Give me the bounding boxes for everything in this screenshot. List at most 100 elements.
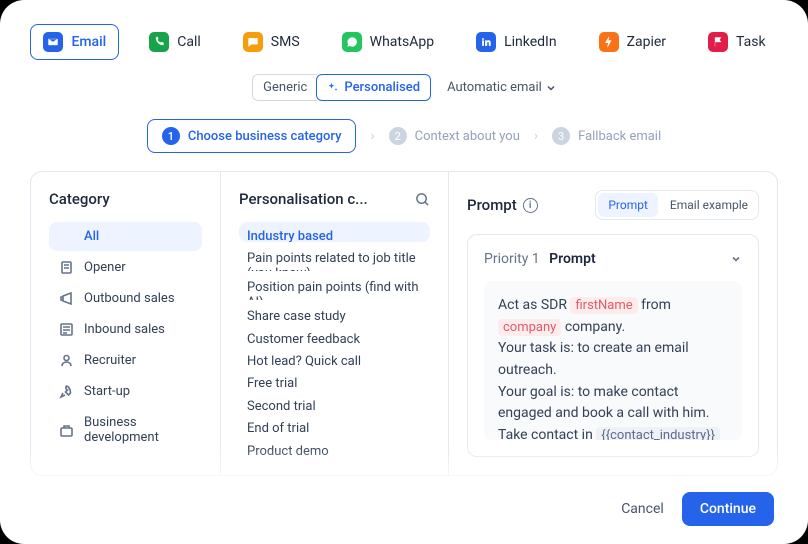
category-item[interactable]: Recruiter [49, 346, 202, 375]
channel-tabs: Email Call SMS WhatsApp LinkedIn Zapier Task [30, 24, 778, 60]
flag-icon [708, 32, 728, 52]
tab-generic[interactable]: Generic [252, 74, 317, 101]
footer: Cancel Continue [30, 476, 778, 544]
prompt-card: Priority 1 Prompt Act as SDR firstName f… [467, 234, 759, 457]
channel-zapier[interactable]: Zapier [587, 25, 678, 59]
prompt-text: Act as SDR [498, 297, 567, 313]
chevron-down-icon [730, 253, 742, 265]
step-label: Context about you [415, 129, 520, 144]
tab-personalised-label: Personalised [344, 80, 420, 95]
prompt-view-example[interactable]: Email example [660, 191, 758, 219]
listcheck-icon [59, 322, 74, 337]
file-icon [59, 260, 74, 275]
automatic-email-label: Automatic email [447, 80, 542, 95]
prompt-text: from [641, 297, 671, 313]
prompt-text: Take contact in [498, 427, 593, 440]
phone-icon [149, 32, 169, 52]
channel-label: Email [71, 34, 106, 50]
stepper: 1 Choose business category › 2 Context about… [30, 119, 778, 153]
personalisation-item[interactable]: Position pain points (find with AI) [239, 273, 430, 300]
priority-label: Priority 1 [484, 251, 540, 267]
channel-label: Task [736, 34, 766, 50]
category-title: Category [49, 190, 202, 208]
continue-button[interactable]: Continue [682, 492, 774, 526]
category-item[interactable]: Business development [49, 408, 202, 452]
personalisation-item[interactable]: Second trial [239, 392, 430, 412]
category-label: Opener [84, 260, 126, 275]
zap-icon [599, 32, 619, 52]
app-frame: { "channels": [ { "label": "Email", "col… [0, 0, 808, 544]
megaphone-icon [59, 291, 74, 306]
category-label: Inbound sales [84, 322, 165, 337]
personalisation-item[interactable]: Product demo [239, 437, 430, 457]
priority-title: Prompt [549, 251, 596, 267]
prompt-text: Your goal is: to make contact engaged an… [498, 384, 709, 422]
tab-personalised[interactable]: Personalised [316, 74, 431, 101]
prompt-card-header[interactable]: Priority 1 Prompt [484, 251, 742, 267]
category-label: Outbound sales [84, 291, 175, 306]
personalisation-item[interactable]: Share case study [239, 302, 430, 322]
category-item[interactable]: Outbound sales [49, 284, 202, 313]
channel-sms[interactable]: SMS [231, 25, 312, 59]
category-label: Recruiter [84, 353, 136, 368]
personalisation-item[interactable]: Customer feedback [239, 325, 430, 345]
search-icon[interactable] [415, 192, 430, 207]
prompt-view-prompt[interactable]: Prompt [598, 193, 658, 217]
cancel-button[interactable]: Cancel [621, 501, 664, 517]
whatsapp-icon [342, 32, 362, 52]
category-label: Start-up [84, 384, 130, 399]
automatic-email-dropdown[interactable]: Automatic email [447, 80, 556, 95]
info-icon[interactable]: i [523, 198, 538, 213]
chevron-right-icon: › [370, 128, 374, 144]
mail-icon [43, 32, 63, 52]
channel-label: Call [177, 34, 201, 50]
step-label: Fallback email [578, 129, 661, 144]
chevron-right-icon: › [534, 128, 538, 144]
category-item[interactable]: Start-up [49, 377, 202, 406]
panels: Category All Opener Outbound sales Inbound … [30, 171, 778, 476]
prompt-text: company. [565, 319, 625, 335]
step-2[interactable]: 2 Context about you [389, 127, 520, 145]
channel-label: Zapier [627, 34, 666, 50]
channel-linkedin[interactable]: LinkedIn [464, 25, 569, 59]
chat-icon [243, 32, 263, 52]
personalisation-item[interactable]: Free trial [239, 369, 430, 389]
channel-label: SMS [271, 34, 300, 50]
category-list: All Opener Outbound sales Inbound sales Recr… [49, 222, 202, 452]
briefcase-icon [59, 423, 74, 438]
step-number: 1 [162, 127, 180, 145]
sparkle-icon [327, 82, 339, 94]
channel-task[interactable]: Task [696, 25, 778, 59]
personalisation-item[interactable]: Hot lead? Quick call [239, 347, 430, 367]
category-panel: Category All Opener Outbound sales Inbound … [31, 172, 221, 475]
prompt-view-toggle: Prompt Email example [595, 190, 759, 220]
prompt-body: Act as SDR firstName from company compan… [484, 281, 742, 440]
category-item[interactable]: Inbound sales [49, 315, 202, 344]
step-label: Choose business category [188, 129, 342, 144]
channel-whatsapp[interactable]: WhatsApp [330, 25, 446, 59]
personalisation-item[interactable]: Pain points related to job title (you kn… [239, 244, 430, 271]
prompt-title: Prompt [467, 196, 517, 214]
personalisation-list: Industry basedPain points related to job… [239, 222, 430, 457]
category-label: All [84, 229, 99, 244]
step-number: 2 [389, 127, 407, 145]
personalisation-item[interactable]: End of trial [239, 414, 430, 434]
category-item[interactable]: All [49, 222, 202, 251]
step-1[interactable]: 1 Choose business category [147, 119, 357, 153]
channel-call[interactable]: Call [137, 25, 213, 59]
step-number: 3 [552, 127, 570, 145]
token-company[interactable]: company [498, 319, 561, 336]
email-type-tabs: Generic Personalised Automatic email [30, 74, 778, 101]
chevron-down-icon [546, 83, 556, 93]
category-label: Business development [84, 415, 192, 445]
personalisation-title: Personalisation c... [239, 190, 368, 208]
token-contact-industry[interactable]: {{contact_industry}} [596, 427, 720, 440]
rocket-icon [59, 384, 74, 399]
step-3[interactable]: 3 Fallback email [552, 127, 661, 145]
category-item[interactable]: Opener [49, 253, 202, 282]
personalisation-header: Personalisation c... [239, 190, 430, 208]
token-firstname[interactable]: firstName [570, 297, 637, 314]
personalisation-panel: Personalisation c... Industry basedPain … [221, 172, 449, 475]
channel-email[interactable]: Email [30, 24, 119, 60]
personalisation-item[interactable]: Industry based [239, 222, 430, 242]
